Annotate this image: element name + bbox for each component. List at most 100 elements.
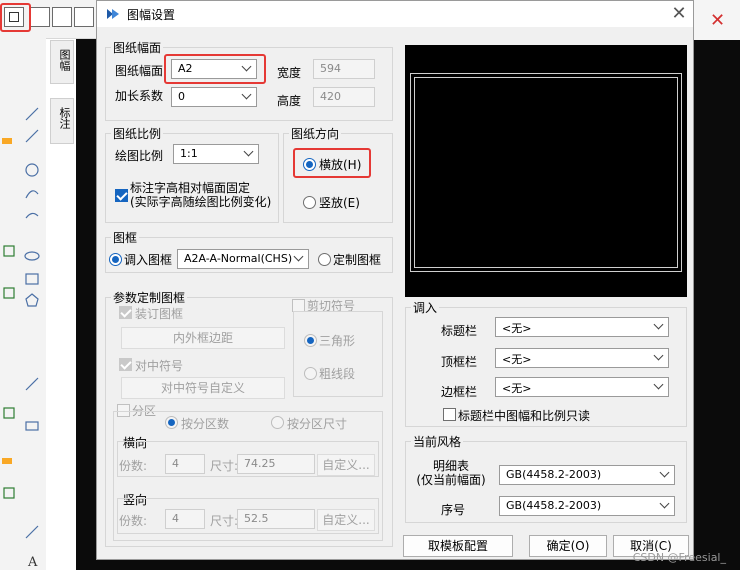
chevron-down-icon bbox=[659, 498, 670, 509]
width-label: 宽度 bbox=[277, 66, 302, 80]
landscape-radio[interactable] bbox=[303, 158, 316, 171]
side-block-select[interactable]: <无> bbox=[495, 377, 669, 397]
side-block-value: <无> bbox=[502, 382, 532, 395]
top-right-corner: ✕ bbox=[694, 0, 740, 40]
scale-label: 绘图比例 bbox=[115, 149, 164, 163]
frame-select[interactable]: A2A-A-Normal(CHS) bbox=[177, 249, 309, 269]
horizontal-size-field: 74.25 bbox=[237, 454, 315, 474]
rectangle-tool-icon bbox=[25, 273, 39, 285]
frame-preview bbox=[405, 45, 687, 297]
frame-settings-dialog: 图幅设置 ✕ 图纸幅面 图纸幅面 A2 宽度 594 加长系数 0 高度 420… bbox=[96, 0, 694, 560]
fix-text-height-line1: 标注字高相对幅面固定 bbox=[130, 181, 251, 195]
title-readonly-label: 标题栏中图幅和比例只读 bbox=[458, 409, 591, 423]
text-tool-icon: A bbox=[27, 555, 38, 570]
vertical-size-value: 52.5 bbox=[244, 512, 269, 525]
by-zone-count-radio[interactable] bbox=[165, 416, 178, 429]
detail-table-label: 明细表 (仅当前幅面) bbox=[413, 459, 489, 487]
custom-frame-radio[interactable] bbox=[318, 253, 331, 266]
fix-text-height-checkbox[interactable] bbox=[115, 189, 128, 202]
frame-settings-icon[interactable] bbox=[4, 7, 24, 27]
app-logo-icon bbox=[107, 9, 119, 19]
chevron-down-icon bbox=[293, 251, 304, 262]
side-tab-dimension-label: 标注 bbox=[58, 107, 71, 129]
pencil-icon bbox=[2, 138, 12, 144]
portrait-radio[interactable] bbox=[303, 196, 316, 209]
watermark: CSDN @Freesial_ bbox=[632, 551, 726, 564]
serial-value: GB(4458.2-2003) bbox=[506, 499, 602, 512]
chevron-down-icon bbox=[241, 61, 252, 72]
by-zone-size-radio[interactable] bbox=[271, 416, 284, 429]
frame-group-title: 图框 bbox=[111, 229, 140, 246]
side-tab-dimension[interactable]: 标注 bbox=[50, 98, 74, 144]
top-block-select[interactable]: <无> bbox=[495, 348, 669, 368]
close-icon[interactable]: ✕ bbox=[669, 3, 689, 24]
line-tool-icon bbox=[25, 107, 39, 121]
arc-tool-icon bbox=[25, 190, 39, 199]
paper-size-select[interactable]: A2 bbox=[171, 59, 257, 79]
height-label: 高度 bbox=[277, 94, 302, 108]
portrait-label: 竖放(E) bbox=[319, 196, 360, 210]
paper-size-label: 图纸幅面 bbox=[115, 64, 164, 78]
block-tool-icon bbox=[3, 245, 15, 257]
horizontal-custom-button[interactable]: 自定义... bbox=[317, 454, 375, 476]
detail-table-select[interactable]: GB(4458.2-2003) bbox=[499, 465, 675, 485]
center-mark-custom-button[interactable]: 对中符号自定义 bbox=[121, 377, 285, 399]
vertical-custom-button[interactable]: 自定义... bbox=[317, 509, 375, 531]
close-icon[interactable]: ✕ bbox=[710, 10, 725, 31]
table-icon[interactable] bbox=[74, 7, 94, 27]
center-mark-checkbox[interactable] bbox=[119, 358, 132, 371]
side-tab-frame[interactable]: 图幅 bbox=[50, 40, 74, 84]
thick-line-radio[interactable] bbox=[304, 367, 317, 380]
frame-icon[interactable] bbox=[30, 7, 50, 27]
triangle-radio[interactable] bbox=[304, 334, 317, 347]
vertical-count-label: 份数: bbox=[119, 514, 148, 528]
vertical-count-field: 4 bbox=[165, 509, 205, 529]
horizontal-size-value: 74.25 bbox=[244, 457, 276, 470]
array-tool-icon bbox=[3, 487, 15, 499]
construction-line-icon bbox=[25, 377, 39, 391]
orientation-group-title: 图纸方向 bbox=[289, 125, 342, 142]
top-block-label: 顶框栏 bbox=[441, 355, 478, 369]
side-block-label: 边框栏 bbox=[441, 385, 478, 399]
dimension-tool-icon bbox=[25, 525, 39, 539]
triangle-label: 三角形 bbox=[319, 334, 356, 348]
chevron-down-icon bbox=[243, 146, 254, 157]
extend-factor-select[interactable]: 0 bbox=[171, 87, 257, 107]
serial-label: 序号 bbox=[441, 503, 466, 517]
extend-factor-value: 0 bbox=[178, 90, 185, 103]
move-tool-icon bbox=[3, 407, 15, 419]
scale-group-title: 图纸比例 bbox=[111, 125, 164, 142]
paper-size-value: A2 bbox=[178, 62, 193, 75]
load-frame-radio[interactable] bbox=[109, 253, 122, 266]
current-style-group-title: 当前风格 bbox=[411, 433, 464, 450]
detail-table-value: GB(4458.2-2003) bbox=[506, 468, 602, 481]
title-readonly-checkbox[interactable] bbox=[443, 408, 456, 421]
inner-outer-margin-button[interactable]: 内外框边距 bbox=[121, 327, 285, 349]
horizontal-count-label: 份数: bbox=[119, 459, 148, 473]
param-frame-group-title: 参数定制图框 bbox=[111, 289, 188, 306]
by-zone-count-label: 按分区数 bbox=[181, 417, 230, 431]
circle-tool-icon bbox=[25, 163, 39, 177]
title-block-select[interactable]: <无> bbox=[495, 317, 669, 337]
serial-select[interactable]: GB(4458.2-2003) bbox=[499, 496, 675, 516]
horizontal-count-field: 4 bbox=[165, 454, 205, 474]
dialog-titlebar[interactable]: 图幅设置 ✕ bbox=[97, 1, 693, 27]
by-zone-size-label: 按分区尺寸 bbox=[287, 417, 348, 431]
fix-text-height-line2: (实际字高随绘图比例变化) bbox=[130, 195, 272, 209]
ok-button[interactable]: 确定(O) bbox=[529, 535, 607, 557]
extend-factor-label: 加长系数 bbox=[115, 89, 164, 103]
height-value: 420 bbox=[320, 90, 341, 103]
title-block-icon[interactable] bbox=[52, 7, 72, 27]
horizontal-size-label: 尺寸: bbox=[210, 459, 239, 473]
height-field: 420 bbox=[313, 87, 375, 107]
top-toolbar bbox=[0, 0, 100, 39]
detail-table-label-line2: (仅当前幅面) bbox=[416, 473, 486, 487]
ellipse-tool-icon bbox=[24, 251, 40, 261]
vertical-size-label: 尺寸: bbox=[210, 514, 239, 528]
chevron-down-icon bbox=[653, 379, 664, 390]
binding-checkbox[interactable] bbox=[119, 306, 132, 319]
chevron-down-icon bbox=[653, 350, 664, 361]
load-template-button[interactable]: 取模板配置 bbox=[403, 535, 513, 557]
scale-select[interactable]: 1:1 bbox=[173, 144, 259, 164]
title-block-label: 标题栏 bbox=[441, 324, 478, 338]
